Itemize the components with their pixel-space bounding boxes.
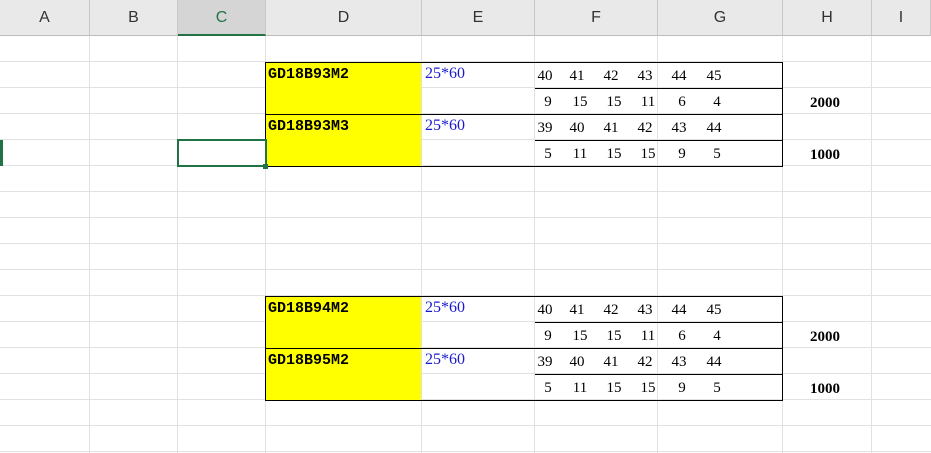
size-value: 42 — [603, 302, 619, 318]
size-value: 41 — [603, 120, 619, 136]
style-code: GD18B95M2 — [268, 352, 350, 369]
quantity-value: 11 — [572, 146, 588, 162]
size-value: 40 — [569, 120, 585, 136]
size-value: 44 — [706, 354, 722, 370]
row-total: 1000 — [810, 381, 840, 397]
size-value: 43 — [671, 354, 687, 370]
row-divider — [535, 322, 782, 323]
active-cell[interactable] — [177, 139, 267, 167]
size-value: 39 — [537, 120, 553, 136]
quantity-value: 4 — [713, 94, 721, 110]
column-header-c[interactable]: C — [178, 0, 266, 36]
column-gridline — [177, 36, 178, 453]
column-header-b[interactable]: B — [90, 0, 178, 36]
quantity-value: 9 — [544, 328, 552, 344]
row-gridline — [0, 217, 931, 218]
row-gridline — [0, 269, 931, 270]
size-value: 41 — [569, 68, 585, 84]
quantity-value: 9 — [678, 380, 686, 396]
size-value: 43 — [637, 68, 653, 84]
size-value: 41 — [603, 354, 619, 370]
column-header-a[interactable]: A — [0, 0, 90, 36]
column-header-g[interactable]: G — [658, 0, 783, 36]
size-value: 42 — [637, 354, 653, 370]
dimension-value: 25*60 — [425, 65, 465, 82]
size-value: 43 — [671, 120, 687, 136]
row-gridline — [0, 243, 931, 244]
column-header-h[interactable]: H — [783, 0, 872, 36]
quantity-value: 5 — [713, 380, 721, 396]
selected-row-indicator — [0, 140, 3, 166]
quantity-value: 11 — [640, 328, 656, 344]
row-divider — [265, 114, 782, 115]
size-value: 44 — [671, 68, 687, 84]
quantity-value: 5 — [544, 146, 552, 162]
size-value: 41 — [569, 302, 585, 318]
fill-handle[interactable] — [263, 164, 268, 169]
dimension-value: 25*60 — [425, 117, 465, 134]
row-divider — [535, 88, 782, 89]
size-value: 42 — [637, 120, 653, 136]
column-header-f[interactable]: F — [535, 0, 658, 36]
quantity-value: 5 — [713, 146, 721, 162]
quantity-value: 15 — [606, 380, 622, 396]
quantity-value: 15 — [606, 94, 622, 110]
size-value: 42 — [603, 68, 619, 84]
quantity-value: 15 — [640, 380, 656, 396]
row-divider — [535, 374, 782, 375]
size-value: 40 — [537, 302, 553, 318]
quantity-value: 9 — [678, 146, 686, 162]
row-gridline — [0, 191, 931, 192]
quantity-value: 15 — [606, 146, 622, 162]
quantity-value: 4 — [713, 328, 721, 344]
quantity-value: 5 — [544, 380, 552, 396]
size-value: 39 — [537, 354, 553, 370]
row-gridline — [0, 425, 931, 426]
row-divider — [265, 348, 782, 349]
quantity-value: 11 — [572, 380, 588, 396]
size-value: 40 — [537, 68, 553, 84]
quantity-value: 11 — [640, 94, 656, 110]
size-value: 45 — [706, 302, 722, 318]
quantity-value: 15 — [640, 146, 656, 162]
row-divider — [535, 140, 782, 141]
column-gridline — [89, 36, 90, 453]
row-gridline — [0, 451, 931, 452]
size-value: 40 — [569, 354, 585, 370]
row-total: 2000 — [810, 95, 840, 111]
row-total: 2000 — [810, 329, 840, 345]
column-header-i[interactable]: I — [872, 0, 931, 36]
row-total: 1000 — [810, 147, 840, 163]
dimension-value: 25*60 — [425, 351, 465, 368]
column-gridline — [871, 36, 872, 453]
quantity-value: 15 — [572, 94, 588, 110]
quantity-value: 6 — [678, 328, 686, 344]
size-value: 44 — [706, 120, 722, 136]
style-code: GD18B94M2 — [268, 300, 350, 317]
spreadsheet-grid[interactable]: A B C D E F G H I GD18B93M2 25*60 40 41 42 43 44 45 9 15 15… — [0, 0, 931, 453]
size-value: 44 — [671, 302, 687, 318]
column-header-e[interactable]: E — [422, 0, 535, 36]
dimension-value: 25*60 — [425, 299, 465, 316]
quantity-value: 15 — [572, 328, 588, 344]
column-header-d[interactable]: D — [266, 0, 422, 36]
size-value: 45 — [706, 68, 722, 84]
style-code: GD18B93M3 — [268, 118, 350, 135]
quantity-value: 6 — [678, 94, 686, 110]
quantity-value: 15 — [606, 328, 622, 344]
size-value: 43 — [637, 302, 653, 318]
style-code: GD18B93M2 — [268, 66, 350, 83]
quantity-value: 9 — [544, 94, 552, 110]
